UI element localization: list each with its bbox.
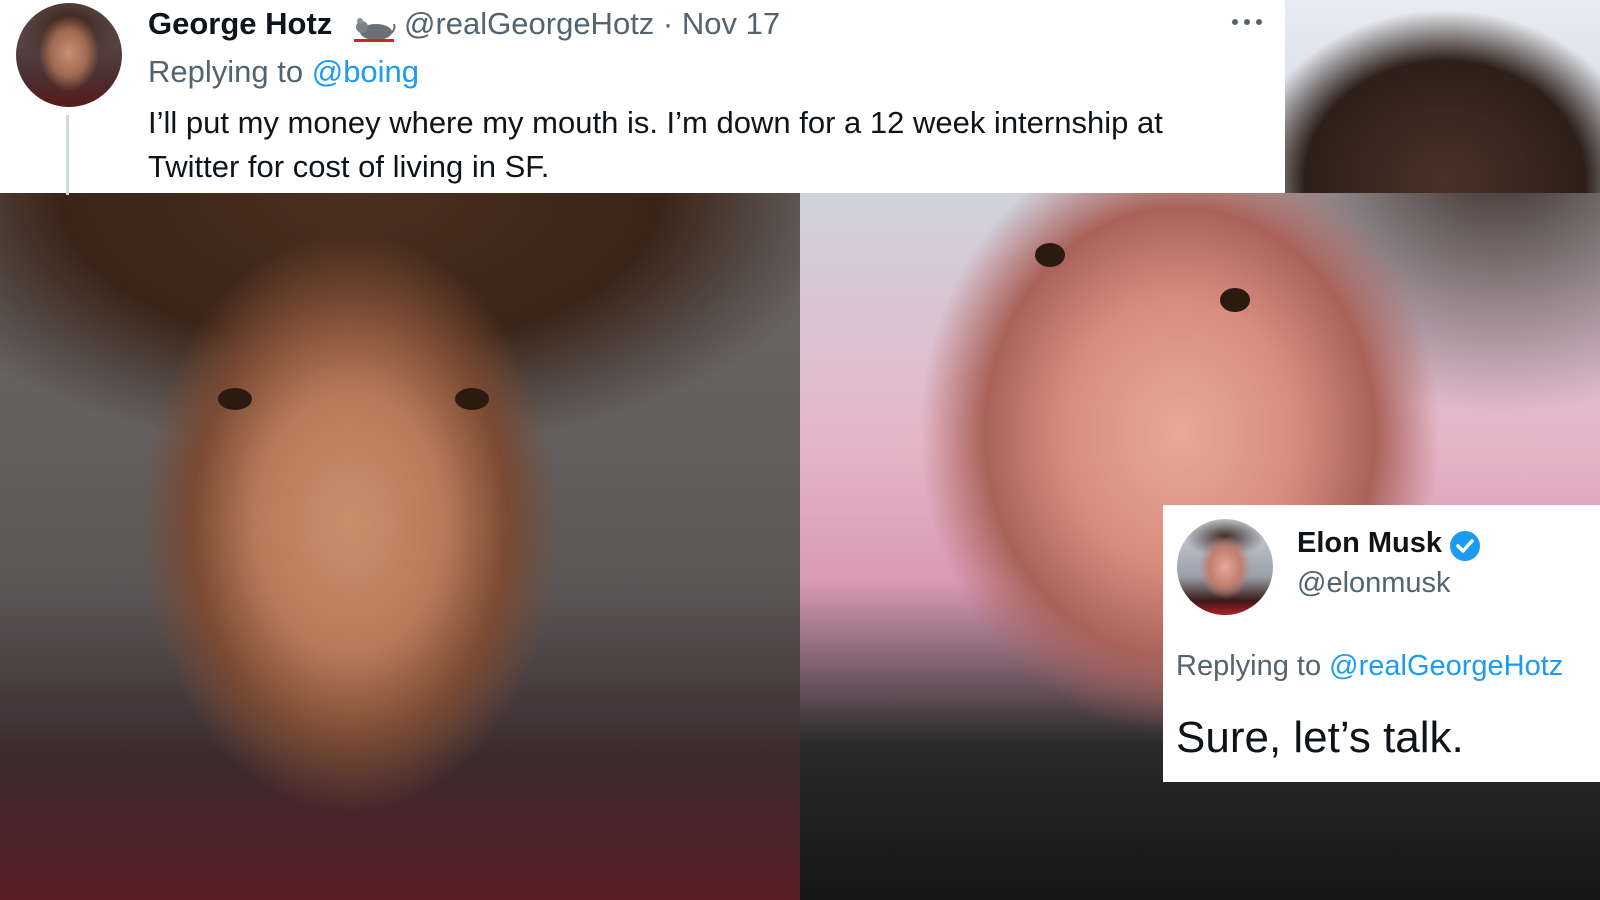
thread-line	[66, 115, 69, 195]
tweet-musk[interactable]: Elon Musk @elonmusk Replying to @realGeo…	[1163, 505, 1600, 782]
george-hotz-photo	[0, 193, 800, 900]
author-handle[interactable]: @elonmusk	[1297, 567, 1451, 600]
tweet-date[interactable]: Nov 17	[682, 6, 780, 41]
replying-to: Replying to @boing	[148, 54, 419, 90]
meta-separator: ·	[654, 6, 682, 41]
elon-musk-photo-top	[1285, 0, 1600, 193]
avatar[interactable]	[16, 3, 122, 107]
replying-prefix: Replying to	[148, 54, 312, 89]
right-eye	[455, 388, 489, 410]
author-name[interactable]: George Hotz	[148, 6, 332, 42]
tweet-text: I’ll put my money where my mouth is. I’m…	[148, 105, 1163, 184]
left-eye	[1035, 243, 1065, 267]
replying-to: Replying to @realGeorgeHotz	[1176, 650, 1563, 683]
tweet-hotz[interactable]: George Hotz @realGeorgeHotz · Nov 17 Rep…	[0, 0, 1285, 195]
tweet-meta: @realGeorgeHotz · Nov 17	[404, 6, 780, 42]
left-eye	[218, 388, 252, 410]
replying-to-link[interactable]: @boing	[312, 54, 419, 89]
more-icon[interactable]	[1227, 10, 1267, 34]
author-name[interactable]: Elon Musk	[1297, 527, 1442, 560]
replying-to-link[interactable]: @realGeorgeHotz	[1329, 650, 1563, 682]
tweet-text: Sure, let’s talk.	[1176, 713, 1464, 762]
right-eye	[1220, 288, 1250, 312]
verified-badge-icon	[1450, 531, 1480, 561]
replying-prefix: Replying to	[1176, 650, 1330, 682]
rat-icon	[354, 18, 396, 42]
author-handle[interactable]: @realGeorgeHotz	[404, 6, 654, 41]
avatar[interactable]	[1177, 519, 1273, 615]
